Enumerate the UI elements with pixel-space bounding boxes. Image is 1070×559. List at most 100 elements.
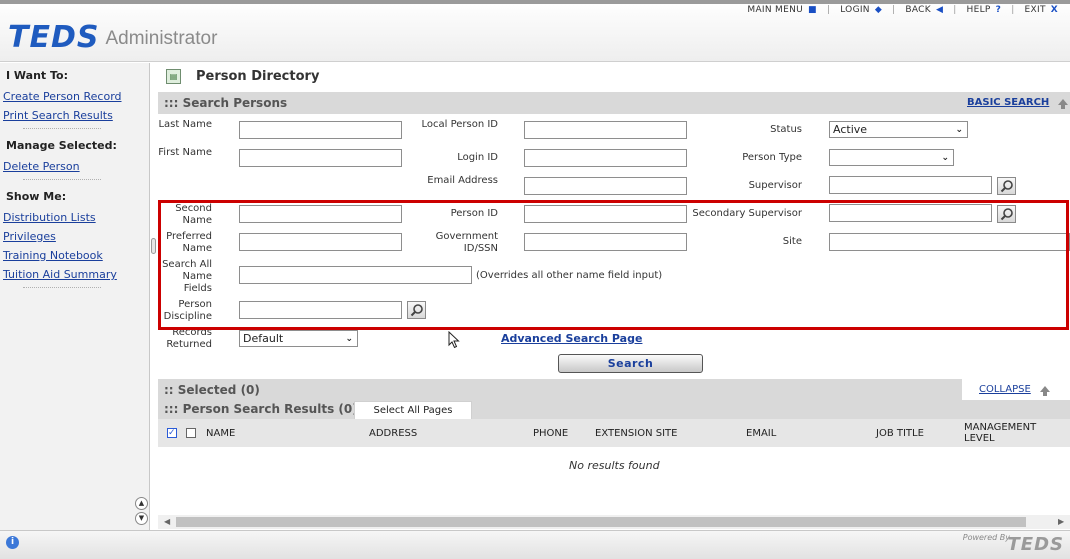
site-input[interactable]	[829, 233, 1070, 251]
mouse-cursor-icon	[448, 331, 460, 349]
secondary-supervisor-lookup-button[interactable]	[997, 205, 1016, 223]
column-extension-site[interactable]: EXTENSION SITE	[595, 428, 677, 439]
first-name-label: First Name	[158, 147, 212, 158]
column-phone[interactable]: PHONE	[533, 428, 568, 439]
distribution-lists-link[interactable]: Distribution Lists	[3, 211, 146, 224]
sidebar-resize-handle[interactable]	[151, 238, 156, 254]
local-person-id-input[interactable]	[524, 121, 687, 139]
back-link[interactable]: BACK ◀	[905, 5, 943, 15]
advanced-search-link[interactable]: Advanced Search Page	[501, 332, 642, 345]
exit-link[interactable]: EXIT X	[1025, 5, 1058, 15]
powered-by-label: Powered By	[962, 533, 1010, 542]
manage-selected-heading: Manage Selected:	[6, 139, 117, 152]
diamond-icon: ◆	[874, 5, 883, 15]
scroll-right-icon[interactable]: ▶	[1058, 517, 1064, 526]
column-job-title[interactable]: JOB TITLE	[876, 428, 924, 439]
search-persons-heading: ::: Search Persons	[164, 96, 288, 110]
search-all-names-input[interactable]	[239, 266, 472, 284]
top-navigation: MAIN MENU ■ | LOGIN ◆ | BACK ◀ | HELP ? …	[747, 5, 1058, 15]
first-name-input[interactable]	[239, 149, 402, 167]
main-content: ▤ Person Directory ::: Search Persons BA…	[158, 63, 1070, 530]
column-name[interactable]: NAME	[206, 428, 235, 439]
supervisor-label: Supervisor	[748, 180, 802, 191]
delete-person-link[interactable]: Delete Person	[3, 160, 146, 173]
column-management-level[interactable]: MANAGEMENT LEVEL	[964, 422, 1044, 444]
email-address-input[interactable]	[524, 177, 687, 195]
second-name-label: Second Name	[175, 203, 212, 226]
tuition-aid-summary-link[interactable]: Tuition Aid Summary	[3, 268, 146, 281]
back-arrow-icon: ◀	[935, 5, 944, 15]
second-name-input[interactable]	[239, 205, 402, 223]
divider	[23, 179, 101, 180]
results-column-header: ✓ NAME ADDRESS PHONE EXTENSION SITE EMAI…	[158, 419, 1070, 447]
search-persons-header: ::: Search Persons BASIC SEARCH	[158, 92, 1070, 114]
last-name-label: Last Name	[158, 119, 212, 130]
close-icon: X	[1050, 5, 1058, 15]
preferred-name-input[interactable]	[239, 233, 402, 251]
government-id-input[interactable]	[524, 233, 687, 251]
records-returned-label: Records Returned	[166, 327, 212, 350]
selected-heading: :: Selected (0)	[164, 383, 260, 397]
create-person-record-link[interactable]: Create Person Record	[3, 90, 146, 103]
scroll-down-icon[interactable]: ▼	[135, 512, 148, 525]
horizontal-scrollbar[interactable]: ◀ ▶	[158, 515, 1070, 529]
question-icon: ?	[995, 5, 1002, 15]
search-all-names-note: (Overrides all other name field input)	[476, 270, 663, 281]
magnifier-icon	[1000, 208, 1013, 221]
site-label: Site	[782, 236, 802, 247]
status-select[interactable]: Active ⌄	[829, 121, 968, 138]
chevron-down-icon: ⌄	[955, 124, 963, 135]
i-want-to-heading: I Want To:	[6, 69, 69, 82]
page-title: Person Directory	[196, 69, 320, 84]
supervisor-lookup-button[interactable]	[997, 177, 1016, 195]
app-subtitle: Administrator	[105, 28, 218, 49]
column-email[interactable]: EMAIL	[746, 428, 776, 439]
scroll-left-icon[interactable]: ◀	[164, 517, 170, 526]
select-all-checkbox-checked[interactable]: ✓	[167, 428, 177, 438]
select-all-checkbox[interactable]	[186, 428, 196, 438]
scroll-up-icon[interactable]: ▲	[135, 497, 148, 510]
select-all-pages-tab[interactable]: Select All Pages	[354, 401, 472, 420]
basic-search-link[interactable]: BASIC SEARCH	[967, 97, 1049, 108]
person-directory-icon: ▤	[166, 69, 181, 84]
left-sidebar: I Want To: Create Person Record Print Se…	[0, 63, 150, 530]
info-icon[interactable]: i	[6, 536, 19, 549]
magnifier-icon	[410, 304, 423, 317]
chevron-down-icon: ⌄	[345, 333, 353, 344]
help-link[interactable]: HELP ?	[967, 5, 1002, 15]
status-label: Status	[770, 124, 802, 135]
person-discipline-input[interactable]	[239, 301, 402, 319]
login-id-input[interactable]	[524, 149, 687, 167]
search-all-names-label: Search All Name Fields	[162, 259, 212, 294]
search-button[interactable]: Search	[558, 354, 703, 373]
selected-header: :: Selected (0)	[158, 379, 1070, 401]
sidebar-scroll-controls: ▲ ▼	[135, 497, 148, 525]
magnifier-icon	[1000, 180, 1013, 193]
show-me-heading: Show Me:	[6, 190, 67, 203]
person-type-label: Person Type	[742, 152, 802, 163]
column-address[interactable]: ADDRESS	[369, 428, 417, 439]
person-type-select[interactable]: ⌄	[829, 149, 954, 166]
footer-bar: i Powered By TEDS	[0, 530, 1070, 559]
training-notebook-link[interactable]: Training Notebook	[3, 249, 146, 262]
government-id-label: Government ID/SSN	[435, 231, 498, 254]
person-id-label: Person ID	[450, 208, 498, 219]
secondary-supervisor-input[interactable]	[829, 204, 992, 222]
supervisor-input[interactable]	[829, 176, 992, 194]
square-icon: ■	[808, 5, 817, 15]
discipline-lookup-button[interactable]	[407, 301, 426, 319]
scrollbar-thumb[interactable]	[176, 517, 1026, 527]
teds-logo: TEDS	[8, 20, 100, 55]
results-header: ::: Person Search Results (0)	[158, 400, 1070, 419]
collapse-link[interactable]: COLLAPSE	[979, 384, 1031, 395]
privileges-link[interactable]: Privileges	[3, 230, 146, 243]
print-search-results-link[interactable]: Print Search Results	[3, 109, 146, 122]
login-id-label: Login ID	[457, 152, 498, 163]
divider	[23, 287, 101, 288]
last-name-input[interactable]	[239, 121, 402, 139]
records-returned-select[interactable]: Default ⌄	[239, 330, 358, 347]
page-title-bar: ▤ Person Directory	[158, 63, 1070, 91]
login-link[interactable]: LOGIN ◆	[840, 5, 882, 15]
main-menu-link[interactable]: MAIN MENU ■	[747, 5, 816, 15]
no-results-message: No results found	[569, 459, 660, 472]
